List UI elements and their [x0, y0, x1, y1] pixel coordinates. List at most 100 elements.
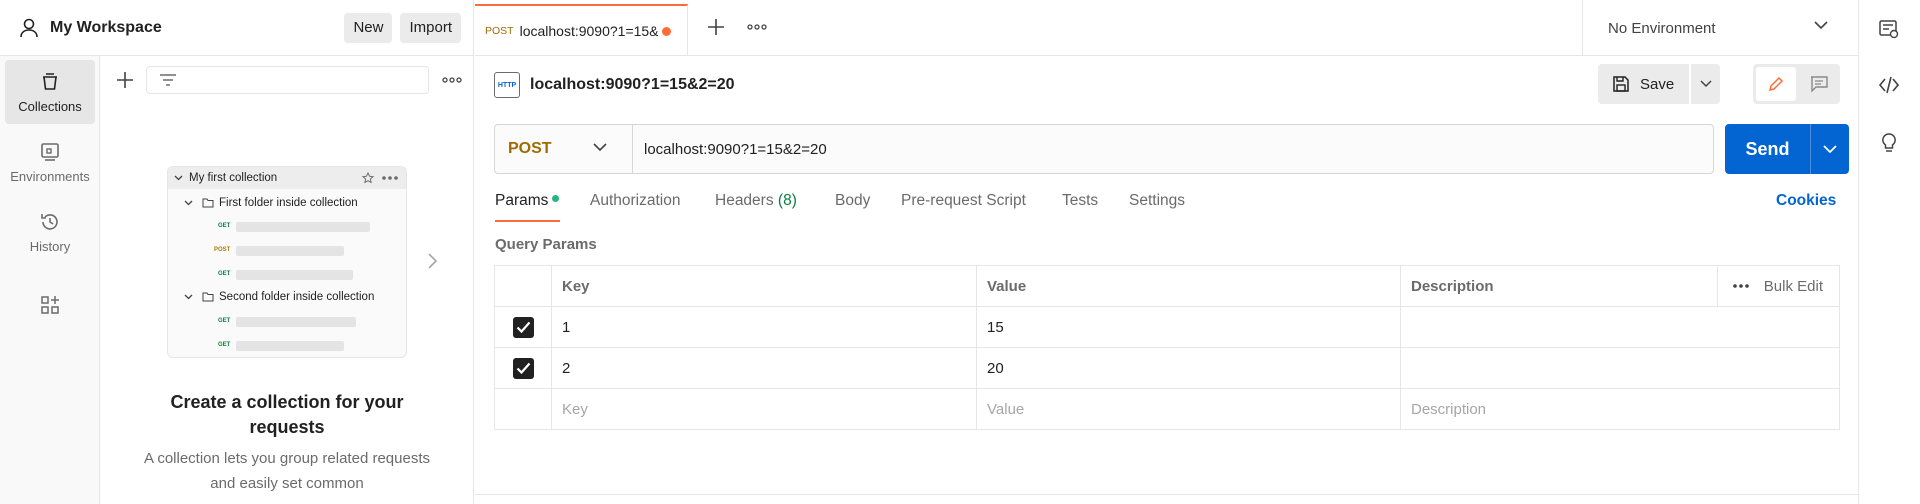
chevron-right-icon[interactable] — [425, 252, 439, 270]
user-icon — [20, 18, 38, 37]
empty-state-description: A collection lets you group related requ… — [143, 450, 430, 492]
send-options-button[interactable] — [1811, 124, 1849, 174]
query-params-table: Key Value Description Bulk Edit 1 15 2 2… — [494, 265, 1840, 430]
pencil-icon — [1768, 76, 1784, 92]
preview-folder-row: Second folder inside collection — [184, 291, 374, 303]
row-checkbox-cell — [494, 306, 552, 348]
preview-request-placeholder — [236, 317, 356, 327]
preview-method-badge: GET — [218, 318, 231, 324]
cookies-link[interactable]: Cookies — [1776, 192, 1836, 210]
preview-request-placeholder — [236, 341, 344, 351]
bulk-edit-group: Bulk Edit — [1703, 266, 1839, 306]
chevron-down-icon — [1699, 80, 1712, 88]
column-header-description: Description Bulk Edit — [1400, 265, 1840, 307]
param-description-cell[interactable] — [1400, 306, 1840, 348]
save-button-group: Save — [1598, 64, 1720, 104]
chevron-down-icon — [184, 294, 193, 300]
preview-folder-name: Second folder inside collection — [219, 291, 375, 303]
new-button[interactable]: New — [344, 12, 393, 43]
view-mode-toggle — [1753, 64, 1840, 104]
column-header-key: Key — [551, 265, 977, 307]
more-options-icon[interactable] — [1732, 283, 1750, 289]
description-placeholder-cell[interactable]: Description — [1400, 388, 1840, 430]
environment-selector[interactable]: No Environment — [1582, 0, 1858, 56]
tab-settings[interactable]: Settings — [1129, 192, 1185, 210]
checkmark-icon — [516, 362, 530, 374]
send-button[interactable]: Send — [1725, 124, 1810, 174]
tab-params-label: Params — [495, 192, 549, 209]
filter-icon — [160, 74, 176, 86]
table-header-row: Key Value Description Bulk Edit — [494, 265, 1840, 307]
more-options-icon[interactable] — [745, 16, 769, 38]
preview-folder-row: First folder inside collection — [184, 197, 358, 209]
sidebar-item-label: Collections — [18, 98, 82, 114]
tab-prerequest-script[interactable]: Pre-request Script — [901, 192, 1026, 210]
param-value-cell[interactable]: 20 — [976, 347, 1401, 389]
new-tab-icon[interactable] — [705, 16, 727, 38]
import-button[interactable]: Import — [400, 12, 461, 43]
more-options-icon — [382, 176, 398, 180]
environment-quick-look-icon[interactable] — [1878, 18, 1900, 40]
history-icon — [41, 213, 58, 230]
collection-search-input[interactable] — [146, 66, 429, 94]
param-value-cell[interactable]: 15 — [976, 306, 1401, 348]
row-checkbox[interactable] — [512, 357, 534, 379]
request-name[interactable]: localhost:9090?1=15&2=20 — [530, 76, 735, 94]
sidebar-item-collections[interactable]: Collections — [5, 60, 95, 124]
tab-tests[interactable]: Tests — [1062, 192, 1098, 210]
add-apps-icon — [41, 296, 59, 314]
add-collection-icon[interactable] — [114, 69, 136, 91]
preview-request-placeholder — [236, 246, 344, 256]
response-pane-divider — [475, 494, 1858, 495]
tab-params[interactable]: Params — [495, 192, 560, 210]
right-rail — [1858, 0, 1920, 504]
workspace-title[interactable]: My Workspace — [50, 19, 336, 37]
value-placeholder-cell[interactable]: Value — [976, 388, 1401, 430]
row-checkbox[interactable] — [512, 316, 534, 338]
save-button[interactable]: Save — [1598, 64, 1689, 104]
chevron-down-icon — [1814, 21, 1828, 30]
sidebar: Collections Environments History — [0, 56, 100, 504]
save-icon — [1613, 76, 1629, 92]
tab-headers-label: Headers — [715, 192, 774, 209]
method-select[interactable]: POST — [495, 125, 633, 173]
header-checkbox-cell — [494, 265, 552, 307]
environment-label: No Environment — [1608, 19, 1716, 37]
request-tab[interactable]: POST localhost:9090?1=15&2=20 — [475, 4, 688, 56]
row-checkbox-cell — [494, 388, 552, 430]
save-options-button[interactable] — [1691, 64, 1720, 104]
url-input[interactable] — [633, 125, 1713, 173]
more-options-icon[interactable] — [440, 69, 464, 91]
sidebar-item-environments[interactable]: Environments — [5, 130, 95, 194]
lightbulb-icon[interactable] — [1878, 132, 1900, 154]
tab-body[interactable]: Body — [835, 192, 870, 210]
request-title-row: HTTP localhost:9090?1=15&2=20 — [494, 70, 735, 100]
table-row: 2 20 — [494, 347, 1840, 389]
collections-pane: My first collection First folder inside … — [100, 56, 474, 504]
preview-method-badge: GET — [218, 223, 231, 229]
comments-mode-button[interactable] — [1800, 67, 1837, 101]
param-key-cell[interactable]: 2 — [551, 347, 977, 389]
method-label: POST — [508, 140, 552, 157]
tab-bar: POST localhost:9090?1=15&2=20 No Environ… — [475, 0, 1858, 56]
star-icon — [362, 172, 374, 184]
environments-icon — [41, 142, 59, 161]
folder-icon — [202, 292, 214, 302]
app-root: My Workspace New Import Collections Envi… — [0, 0, 1920, 504]
bulk-edit-button[interactable]: Bulk Edit — [1764, 278, 1823, 295]
empty-state-title: Create a collection for your requests — [170, 392, 404, 437]
tab-title: localhost:9090?1=15&2=20 — [519, 23, 658, 39]
tab-headers[interactable]: Headers (8) — [715, 192, 797, 210]
description-header-label: Description — [1411, 277, 1494, 295]
sidebar-item-configure[interactable] — [5, 276, 95, 340]
tab-authorization[interactable]: Authorization — [590, 192, 680, 210]
workspace-header: My Workspace New Import — [0, 0, 474, 56]
preview-method-badge: GET — [218, 271, 231, 277]
edit-mode-button[interactable] — [1756, 67, 1796, 101]
param-description-cell[interactable] — [1400, 347, 1840, 389]
sidebar-item-history[interactable]: History — [5, 200, 95, 264]
param-key-cell[interactable]: 1 — [551, 306, 977, 348]
params-active-indicator — [552, 195, 560, 203]
key-placeholder-cell[interactable]: Key — [551, 388, 977, 430]
code-icon[interactable] — [1878, 74, 1900, 96]
